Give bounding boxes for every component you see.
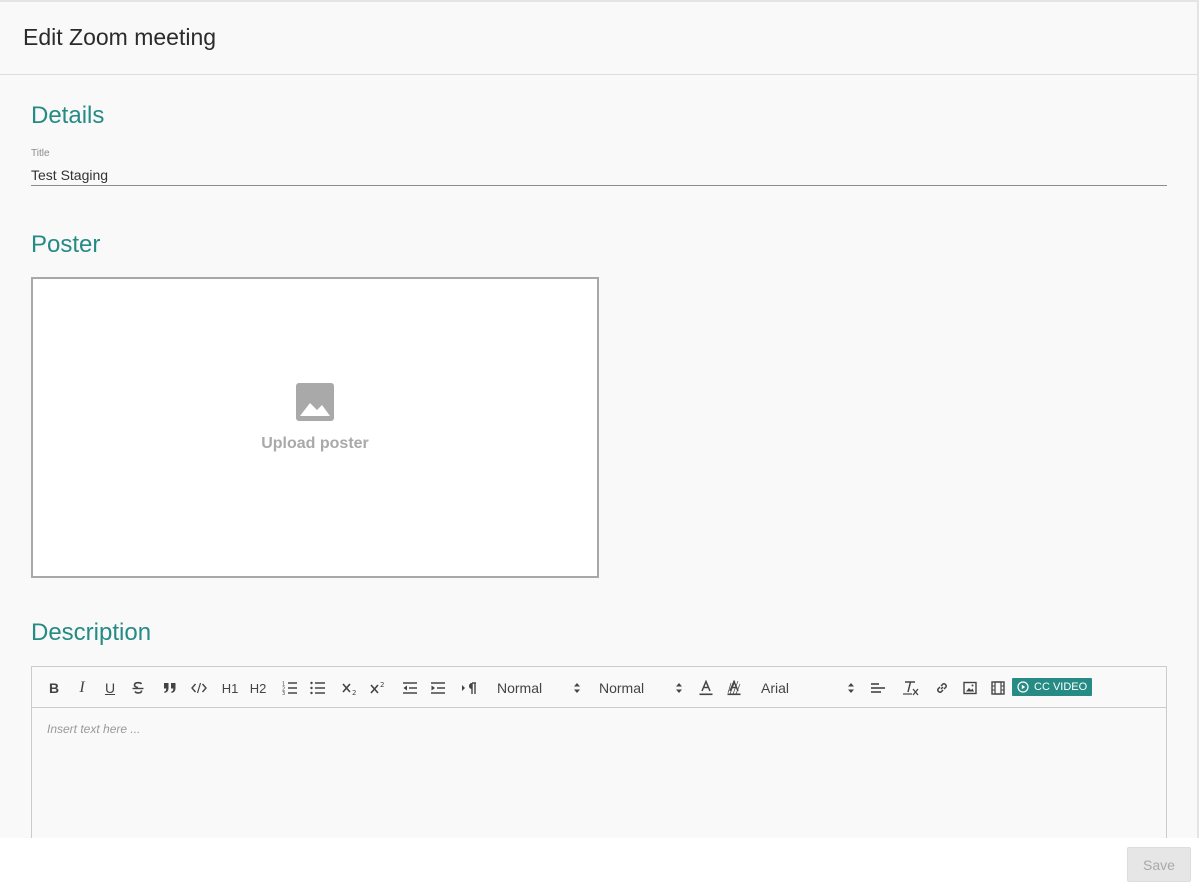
- size-picker[interactable]: Normal: [599, 678, 683, 698]
- code-block-icon[interactable]: [191, 678, 207, 698]
- rich-text-editor: B I U H1 H2 123 2 2 Normal Normal Arial …: [31, 666, 1167, 838]
- blockquote-icon[interactable]: [163, 678, 177, 698]
- editor-body[interactable]: Insert text here ...: [32, 708, 1166, 838]
- dialog-title: Edit Zoom meeting: [23, 23, 217, 50]
- cc-video-label: CC VIDEO: [1034, 681, 1088, 693]
- underline-button[interactable]: U: [103, 678, 117, 698]
- ordered-list-icon[interactable]: 123: [282, 678, 298, 698]
- link-icon[interactable]: [935, 678, 949, 698]
- title-field-label: Title: [31, 148, 50, 159]
- picker-arrows-icon: [676, 683, 682, 693]
- header-picker[interactable]: Normal: [497, 678, 581, 698]
- cc-video-button[interactable]: CC VIDEO: [1012, 678, 1092, 696]
- svg-text:2: 2: [380, 681, 384, 689]
- title-input[interactable]: [31, 164, 1167, 186]
- poster-heading: Poster: [31, 231, 101, 258]
- editor-toolbar: B I U H1 H2 123 2 2 Normal Normal Arial …: [32, 667, 1166, 708]
- details-heading: Details: [31, 102, 105, 129]
- clean-format-icon[interactable]: [903, 678, 919, 698]
- header-1-button[interactable]: H1: [220, 678, 240, 698]
- outdent-icon[interactable]: [402, 678, 418, 698]
- bullet-list-icon[interactable]: [310, 678, 326, 698]
- editor-placeholder: Insert text here ...: [47, 722, 141, 736]
- indent-icon[interactable]: [430, 678, 446, 698]
- size-picker-value: Normal: [599, 680, 645, 696]
- image-icon: [296, 383, 334, 421]
- save-button[interactable]: Save: [1127, 847, 1191, 882]
- background-color-icon[interactable]: [727, 678, 741, 698]
- italic-button[interactable]: I: [75, 678, 89, 698]
- dialog-header: Edit Zoom meeting: [0, 2, 1197, 75]
- upload-poster-label: Upload poster: [261, 435, 369, 452]
- text-direction-icon[interactable]: [461, 678, 477, 698]
- poster-upload-area[interactable]: Upload poster: [31, 277, 599, 578]
- header-2-button[interactable]: H2: [248, 678, 268, 698]
- poster-upload-content: Upload poster: [33, 383, 597, 453]
- header-picker-value: Normal: [497, 680, 543, 696]
- strikethrough-icon[interactable]: [131, 678, 145, 698]
- dialog: Edit Zoom meeting Details Title Poster U…: [0, 0, 1199, 838]
- font-picker-value: Arial: [761, 680, 790, 696]
- insert-image-icon[interactable]: [963, 678, 977, 698]
- picker-arrows-icon: [848, 683, 854, 693]
- video-icon[interactable]: [991, 678, 1005, 698]
- superscript-icon[interactable]: 2: [370, 678, 386, 698]
- font-picker[interactable]: Arial: [761, 678, 855, 698]
- svg-text:3: 3: [282, 691, 285, 695]
- picker-arrows-icon: [574, 683, 580, 693]
- font-color-icon[interactable]: [699, 678, 713, 698]
- bold-button[interactable]: B: [47, 678, 61, 698]
- description-heading: Description: [31, 619, 152, 646]
- play-circle-icon: [1017, 681, 1029, 693]
- subscript-icon[interactable]: 2: [342, 678, 358, 698]
- svg-text:2: 2: [352, 689, 356, 695]
- align-icon[interactable]: [871, 678, 885, 698]
